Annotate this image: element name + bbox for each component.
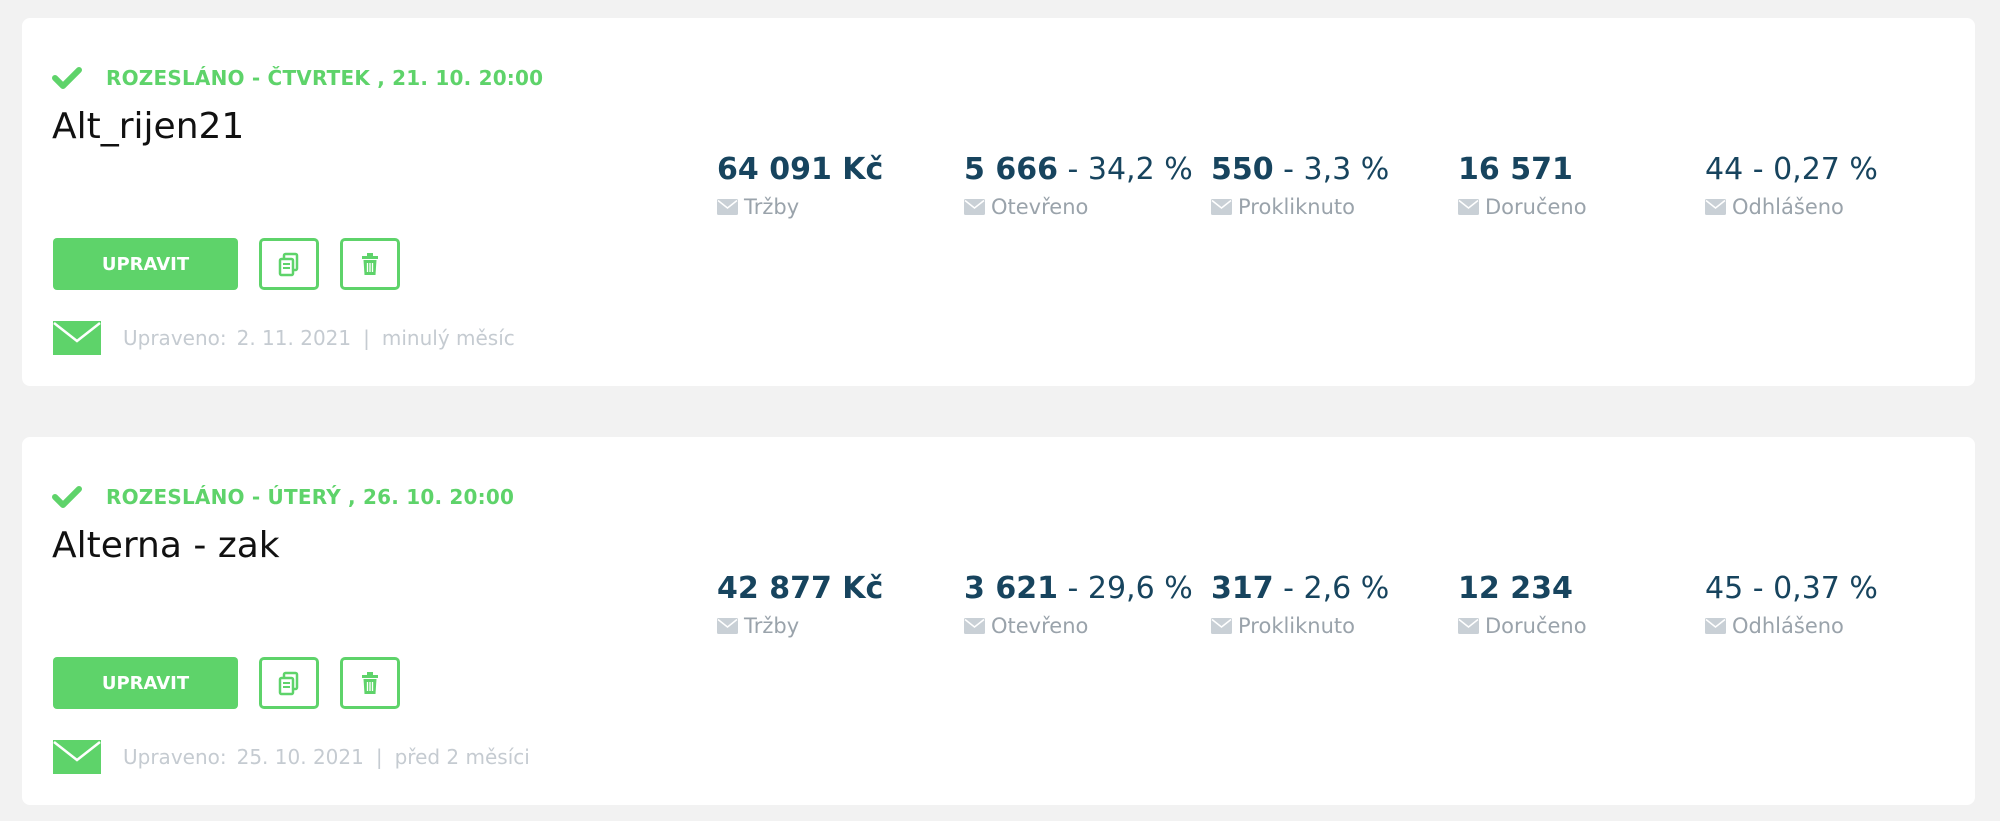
stat-count: 550 [1211, 152, 1274, 187]
campaign-card: ROZESLÁNO - ÚTERÝ , 26. 10. 20:00 Altern… [22, 437, 1975, 805]
stat-percent: - 29,6 % [1067, 571, 1193, 606]
stat-unsubscribed: 44 - 0,27 % Odhlášeno [1705, 152, 1878, 219]
envelope-icon [53, 740, 101, 774]
trash-icon [362, 253, 378, 275]
trash-icon [362, 672, 378, 694]
stat-delivered: 16 571 Doručeno [1458, 152, 1587, 219]
modified-relative: před 2 měsíci [394, 745, 530, 769]
stat-label: Prokliknuto [1238, 195, 1356, 219]
separator: | [375, 745, 383, 769]
stat-count: 3 621 [964, 571, 1058, 606]
stat-revenue: 42 877 Kč Tržby [717, 571, 883, 638]
modified-date: 25. 10. 2021 [236, 745, 364, 769]
modified-relative: minulý měsíc [381, 326, 515, 350]
edit-button[interactable]: UPRAVIT [53, 657, 238, 709]
stat-value: 44 - 0,27 % [1705, 152, 1878, 187]
delete-button[interactable] [340, 238, 400, 290]
stat-label: Doručeno [1485, 614, 1587, 638]
stat-label: Otevřeno [991, 614, 1089, 638]
campaign-status: ROZESLÁNO - ČTVRTEK , 21. 10. 20:00 [52, 62, 543, 94]
stat-delivered: 12 234 Doručeno [1458, 571, 1587, 638]
stat-opened: 3 621 - 29,6 % Otevřeno [964, 571, 1193, 638]
stat-label: Prokliknuto [1238, 614, 1356, 638]
envelope-icon [53, 321, 101, 355]
status-text: ROZESLÁNO - ČTVRTEK , 21. 10. 20:00 [106, 66, 544, 90]
copy-icon [278, 671, 299, 696]
stat-count: 5 666 [964, 152, 1058, 187]
envelope-icon [1211, 618, 1232, 634]
campaign-status: ROZESLÁNO - ÚTERÝ , 26. 10. 20:00 [52, 481, 514, 513]
modified-label: Upraveno: [123, 745, 227, 769]
edit-button[interactable]: UPRAVIT [53, 238, 238, 290]
stat-unsubscribed: 45 - 0,37 % Odhlášeno [1705, 571, 1878, 638]
envelope-icon [1705, 199, 1726, 215]
envelope-icon [717, 199, 738, 215]
stat-percent: - 2,6 % [1283, 571, 1390, 606]
stat-value: 45 - 0,37 % [1705, 571, 1878, 606]
stat-value: 64 091 Kč [717, 152, 884, 187]
delete-button[interactable] [340, 657, 400, 709]
stat-revenue: 64 091 Kč Tržby [717, 152, 883, 219]
stat-clicked: 317 - 2,6 % Prokliknuto [1211, 571, 1389, 638]
modified-info: Upraveno: 2. 11. 2021 | minulý měsíc [53, 320, 515, 356]
stat-label: Odhlášeno [1732, 195, 1844, 219]
campaign-card: ROZESLÁNO - ČTVRTEK , 21. 10. 20:00 Alt_… [22, 18, 1975, 386]
campaign-name: Alterna - zak [52, 525, 280, 566]
campaign-name: Alt_rijen21 [52, 106, 245, 147]
check-icon [52, 486, 82, 508]
separator: | [363, 326, 370, 350]
modified-date: 2. 11. 2021 [236, 326, 352, 350]
stat-label: Otevřeno [991, 195, 1089, 219]
envelope-icon [1458, 199, 1479, 215]
status-text: ROZESLÁNO - ÚTERÝ , 26. 10. 20:00 [106, 485, 515, 509]
copy-button[interactable] [259, 657, 319, 709]
copy-icon [278, 252, 299, 277]
envelope-icon [1211, 199, 1232, 215]
stat-label: Tržby [744, 614, 800, 638]
stat-label: Doručeno [1485, 195, 1587, 219]
envelope-icon [1458, 618, 1479, 634]
envelope-icon [717, 618, 738, 634]
envelope-icon [1705, 618, 1726, 634]
stat-count: 317 [1211, 571, 1274, 606]
stat-value: 42 877 Kč [717, 571, 884, 606]
copy-button[interactable] [259, 238, 319, 290]
modified-label: Upraveno: [123, 326, 227, 350]
stat-label: Tržby [744, 195, 800, 219]
stat-value: 16 571 [1458, 152, 1573, 187]
envelope-icon [964, 618, 985, 634]
stat-label: Odhlášeno [1732, 614, 1844, 638]
check-icon [52, 67, 82, 89]
stat-percent: - 34,2 % [1067, 152, 1193, 187]
envelope-icon [964, 199, 985, 215]
stat-opened: 5 666 - 34,2 % Otevřeno [964, 152, 1193, 219]
stat-value: 12 234 [1458, 571, 1573, 606]
stat-percent: - 3,3 % [1283, 152, 1390, 187]
stat-clicked: 550 - 3,3 % Prokliknuto [1211, 152, 1389, 219]
modified-info: Upraveno: 25. 10. 2021 | před 2 měsíci [53, 739, 530, 775]
